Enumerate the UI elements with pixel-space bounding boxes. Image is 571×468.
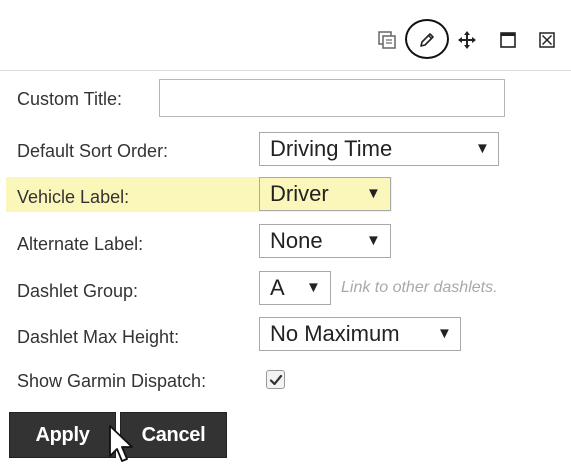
apply-button[interactable]: Apply [9, 412, 116, 458]
show-garmin-dispatch-checkbox[interactable] [266, 370, 285, 389]
vehicle-label-value: Driver [270, 181, 329, 206]
dashlet-group-value: A [270, 275, 285, 300]
alternate-label-label: Alternate Label: [17, 234, 144, 254]
mouse-pointer-icon [109, 425, 133, 462]
chevron-down-icon: ▼ [366, 185, 381, 202]
alternate-label-select[interactable]: None ▼ [259, 224, 391, 258]
close-box-icon[interactable] [536, 29, 558, 51]
alternate-label-value: None [270, 228, 323, 253]
default-sort-order-label: Default Sort Order: [17, 141, 169, 161]
custom-title-label: Custom Title: [17, 89, 123, 109]
copy-icon[interactable] [376, 29, 398, 51]
chevron-down-icon: ▼ [475, 140, 490, 157]
dashlet-group-select[interactable]: A ▼ [259, 271, 331, 305]
default-sort-order-select[interactable]: Driving Time ▼ [259, 132, 499, 166]
dashlet-group-label: Dashlet Group: [17, 281, 139, 301]
dashlet-max-height-value: No Maximum [270, 321, 400, 346]
vehicle-label-select[interactable]: Driver ▼ [259, 177, 391, 211]
checkmark-icon [269, 374, 282, 385]
edit-pencil-icon[interactable] [416, 29, 438, 51]
vehicle-label-label: Vehicle Label: [17, 187, 130, 207]
dashlet-max-height-label: Dashlet Max Height: [17, 327, 180, 347]
chevron-down-icon: ▼ [306, 279, 321, 296]
dashlet-max-height-select[interactable]: No Maximum ▼ [259, 317, 461, 351]
cancel-button[interactable]: Cancel [120, 412, 227, 458]
dashlet-header-bar [0, 0, 571, 71]
show-garmin-dispatch-label: Show Garmin Dispatch: [17, 371, 207, 391]
move-icon[interactable] [456, 29, 478, 51]
default-sort-order-value: Driving Time [270, 136, 393, 161]
chevron-down-icon: ▼ [366, 232, 381, 249]
custom-title-input[interactable] [159, 79, 505, 117]
chevron-down-icon: ▼ [437, 325, 452, 342]
dashlet-group-hint: Link to other dashlets. [341, 279, 498, 296]
dashlet-settings-panel: Custom Title: Default Sort Order: Drivin… [0, 0, 571, 468]
maximize-icon[interactable] [497, 29, 519, 51]
